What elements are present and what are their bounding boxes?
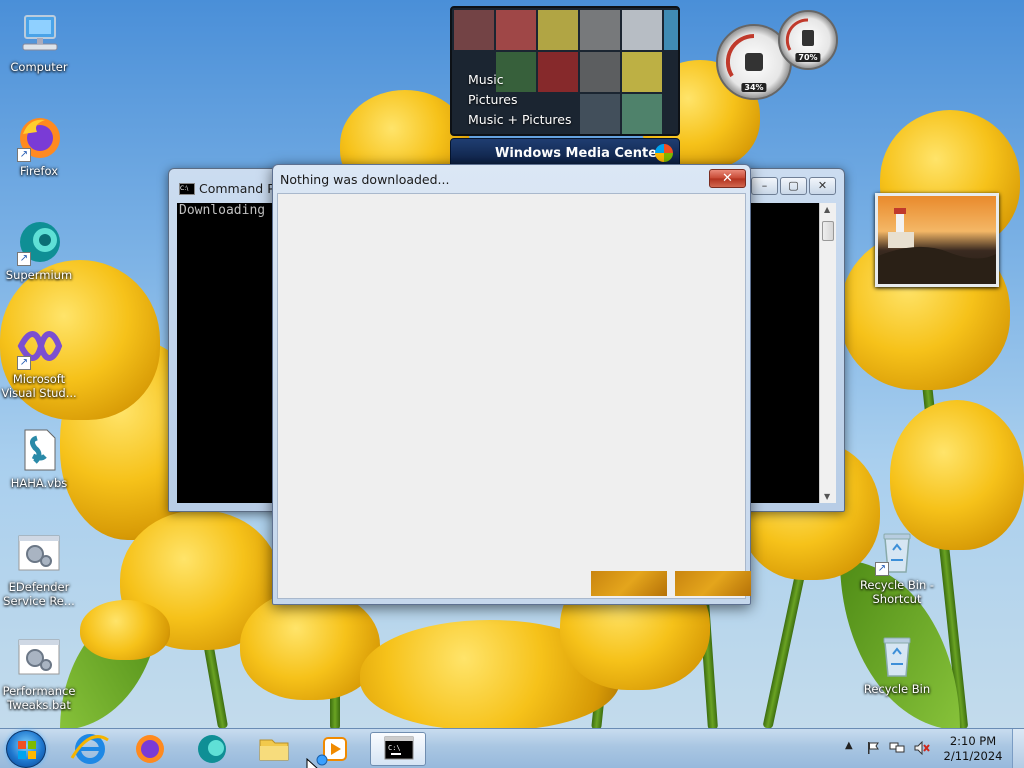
internet-explorer-icon	[70, 734, 109, 764]
shortcut-arrow-icon: ↗	[17, 148, 31, 162]
action-center-flag-icon[interactable]	[866, 741, 880, 755]
desktop-icon-label: Firefox	[19, 164, 59, 178]
media-center-gadget[interactable]: Music Pictures Music + Pictures	[450, 6, 680, 136]
show-hidden-icons-icon[interactable]: ▲	[845, 740, 853, 751]
shortcut-arrow-icon: ↗	[17, 356, 31, 370]
taskbar-file-explorer[interactable]	[246, 732, 302, 766]
console-text: Downloading	[179, 203, 266, 218]
window-controls: – ▢ ✕	[751, 177, 836, 195]
dialog-button-1[interactable]	[591, 571, 667, 596]
volume-muted-icon[interactable]	[914, 740, 930, 756]
windows-logo-icon	[655, 144, 673, 162]
menu-item-music[interactable]: Music	[468, 70, 572, 90]
desktop-icon-label: Computer	[10, 60, 68, 74]
memory-gauge: 70%	[778, 10, 838, 70]
show-desktop-button[interactable]	[1012, 729, 1024, 768]
menu-item-pictures[interactable]: Pictures	[468, 90, 572, 110]
desktop-icon-label: Performance Tweaks.bat	[2, 684, 76, 712]
taskbar-command-prompt[interactable]: C:\	[370, 732, 426, 766]
desktop-icon-performance-tweaks[interactable]: Performance Tweaks.bat	[0, 634, 78, 712]
dialog-body	[277, 193, 751, 599]
slideshow-gadget-photo[interactable]	[875, 193, 999, 287]
recycle-bin-icon: ↗	[873, 528, 921, 576]
visual-studio-icon: ↗	[15, 322, 63, 370]
desktop-icon-edefender[interactable]: EDefender Service Re...	[0, 530, 78, 608]
windows-logo-icon	[18, 741, 36, 759]
firefox-icon	[136, 735, 164, 763]
command-prompt-icon: C:\	[384, 736, 414, 760]
batch-file-icon	[15, 530, 63, 578]
start-button[interactable]	[6, 730, 46, 768]
clock-date: 2/11/2024	[943, 749, 1003, 763]
desktop-icon-label: Recycle Bin - Shortcut	[859, 578, 935, 606]
taskbar-supermium[interactable]	[184, 732, 240, 766]
desktop-icon-firefox[interactable]: ↗ Firefox	[0, 114, 78, 178]
maximize-button[interactable]: ▢	[780, 177, 807, 195]
computer-icon	[15, 10, 63, 58]
batch-file-icon	[15, 634, 63, 682]
command-prompt-icon: C:\	[179, 183, 195, 195]
desktop-icon-label: HAHA.vbs	[10, 476, 68, 490]
desktop-icon-label: EDefender Service Re...	[3, 580, 75, 608]
vbs-script-icon	[15, 426, 63, 474]
desktop-icon-label: Microsoft Visual Stud...	[1, 372, 77, 400]
desktop-icon-haha-vbs[interactable]: HAHA.vbs	[0, 426, 78, 490]
scroll-up-icon[interactable]: ▲	[824, 205, 830, 214]
svg-text:C:\: C:\	[388, 744, 401, 752]
taskbar-firefox[interactable]	[122, 732, 178, 766]
message-dialog[interactable]: Nothing was downloaded... ✕	[272, 164, 751, 605]
close-button[interactable]: ✕	[809, 177, 836, 195]
desktop-icon-supermium[interactable]: ↗ Supermium	[0, 218, 78, 282]
supermium-icon: ↗	[15, 218, 63, 266]
desktop-icon-recycle-bin[interactable]: Recycle Bin	[858, 632, 936, 696]
desktop-icon-computer[interactable]: Computer	[0, 10, 78, 74]
desktop-icon-label: Recycle Bin	[863, 682, 931, 696]
file-explorer-icon	[259, 739, 289, 761]
shortcut-arrow-icon: ↗	[875, 562, 889, 576]
network-icon[interactable]	[889, 741, 905, 755]
shortcut-arrow-icon: ↗	[17, 252, 31, 266]
desktop-icon-recycle-bin-shortcut[interactable]: ↗ Recycle Bin - Shortcut	[858, 528, 936, 606]
recycle-bin-icon	[873, 632, 921, 680]
supermium-icon	[198, 735, 226, 763]
desktop-icon-label: Supermium	[5, 268, 73, 282]
clock-time: 2:10 PM	[949, 734, 997, 748]
dialog-title: Nothing was downloaded...	[280, 172, 450, 187]
dialog-button-2[interactable]	[675, 571, 751, 596]
minimize-button[interactable]: –	[751, 177, 778, 195]
dialog-close-button[interactable]: ✕	[709, 169, 746, 188]
desktop-icon-visual-studio[interactable]: ↗ Microsoft Visual Stud...	[0, 322, 78, 400]
media-center-menu: Music Pictures Music + Pictures	[468, 70, 572, 130]
menu-item-music-pictures[interactable]: Music + Pictures	[468, 110, 572, 130]
vertical-scrollbar[interactable]: ▲ ▼	[819, 203, 836, 503]
media-center-title: Windows Media Center	[495, 146, 664, 161]
taskbar-internet-explorer[interactable]	[62, 732, 118, 766]
scroll-down-icon[interactable]: ▼	[824, 492, 830, 501]
system-clock[interactable]: 2:10 PM 2/11/2024	[938, 734, 1008, 764]
mouse-cursor-icon	[306, 758, 318, 768]
firefox-icon: ↗	[15, 114, 63, 162]
scrollbar-thumb[interactable]	[822, 221, 834, 241]
taskbar: C:\ ▲ 2:10 PM 2/11/2024	[0, 728, 1024, 768]
